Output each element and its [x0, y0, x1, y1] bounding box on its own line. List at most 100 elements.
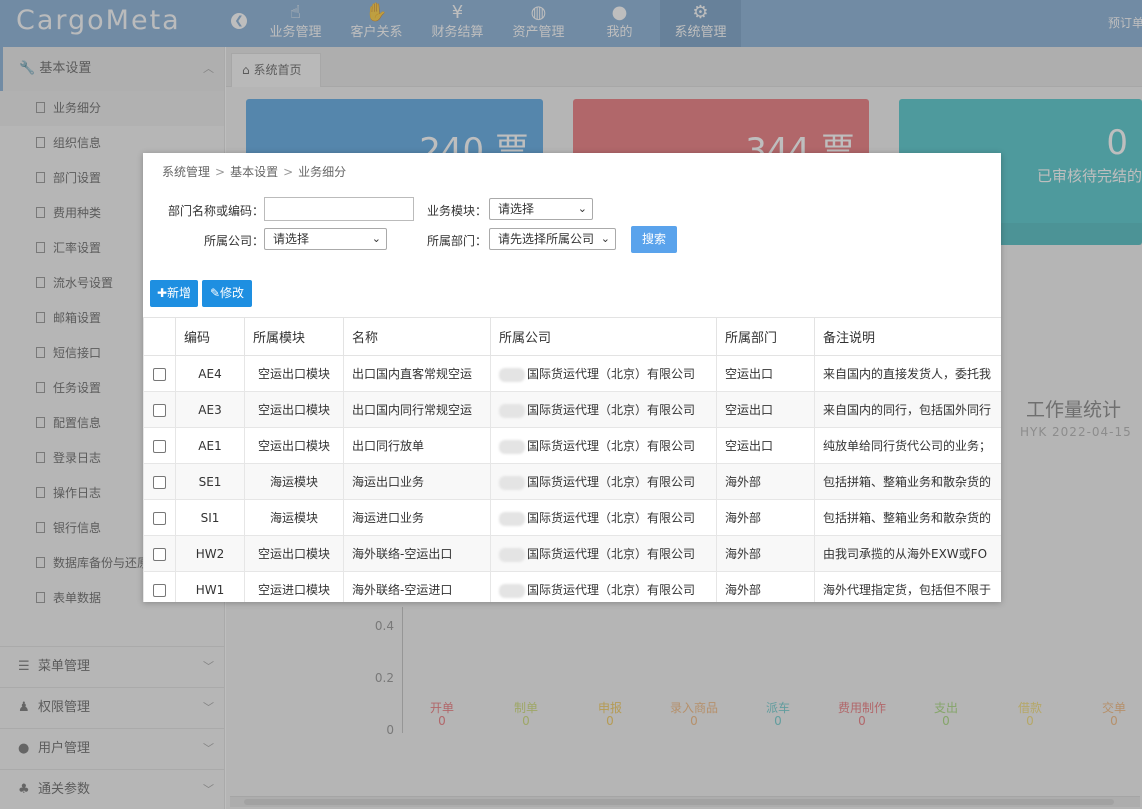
dept-code-label: 部门名称或编码： [167, 204, 264, 218]
table-header-row: 编码 所属模块 名称 所属公司 所属部门 备注说明 [143, 317, 1001, 356]
column-header[interactable]: 所属模块 [244, 317, 344, 356]
cell-department: 海外部 [716, 463, 815, 500]
cell-company-text: 国际货运代理（北京）有限公司 [527, 511, 696, 525]
cell-code: SI1 [175, 499, 245, 536]
column-header[interactable]: 所属部门 [716, 317, 815, 356]
add-button-label: 新增 [167, 286, 192, 300]
row-checkbox[interactable] [153, 367, 166, 381]
cell-note: 纯放单给同行货代公司的业务； [814, 427, 1001, 464]
redacted-mark [499, 439, 525, 454]
cell-name: 出口国内直客常规空运 [343, 355, 491, 392]
department-select[interactable]: 请先选择所属公司 ⌄ [489, 228, 616, 250]
select-all-header [143, 317, 176, 356]
cell-company: 国际货运代理（北京）有限公司 [490, 463, 717, 500]
breadcrumb-item[interactable]: 系统管理 [162, 165, 210, 179]
cell-name: 海外联络-空运进口 [343, 571, 491, 602]
row-checkbox[interactable] [153, 583, 166, 597]
cell-name: 海运出口业务 [343, 463, 491, 500]
company-select-value: 请选择 [273, 232, 310, 246]
cell-note: 包括拼箱、整箱业务和散杂货的 [814, 499, 1001, 536]
cell-name: 海运进口业务 [343, 499, 491, 536]
cell-company-text: 国际货运代理（北京）有限公司 [527, 439, 696, 453]
row-checkbox-cell [143, 499, 176, 536]
cell-company: 国际货运代理（北京）有限公司 [490, 571, 717, 602]
column-header[interactable]: 名称 [343, 317, 491, 356]
cell-company: 国际货运代理（北京）有限公司 [490, 391, 717, 428]
dept-code-input[interactable] [264, 197, 414, 221]
redacted-mark [499, 583, 525, 598]
cell-department: 海外部 [716, 499, 815, 536]
cell-code: SE1 [175, 463, 245, 500]
cell-note: 包括拼箱、整箱业务和散杂货的 [814, 463, 1001, 500]
cell-module: 空运出口模块 [244, 391, 344, 428]
business-subdivision-dialog: 系统管理 > 基本设置 > 业务细分 部门名称或编码： 业务模块： 请选择 ⌄ 所属公司：… [143, 153, 1001, 602]
redacted-mark [499, 475, 525, 490]
breadcrumb: 系统管理 > 基本设置 > 业务细分 [162, 163, 346, 180]
chevron-down-icon: ⌄ [600, 232, 610, 245]
cell-name: 出口国内同行常规空运 [343, 391, 491, 428]
edit-button[interactable]: ✎修改 [202, 280, 252, 307]
cell-module: 空运进口模块 [244, 571, 344, 602]
company-select[interactable]: 请选择 ⌄ [264, 228, 387, 250]
company-label: 所属公司： [203, 234, 264, 248]
breadcrumb-item[interactable]: 基本设置 [230, 165, 278, 179]
breadcrumb-separator-icon: > [283, 165, 294, 179]
cell-note: 来自国内的直接发货人，委托我 [814, 355, 1001, 392]
table-row[interactable]: HW2 空运出口模块 海外联络-空运出口 国际货运代理（北京）有限公司 海外部 由我司承揽… [143, 535, 1001, 572]
column-header[interactable]: 编码 [175, 317, 245, 356]
chevron-down-icon: ⌄ [371, 232, 381, 245]
cell-company-text: 国际货运代理（北京）有限公司 [527, 403, 696, 417]
module-select-value: 请选择 [498, 202, 535, 216]
cell-department: 空运出口 [716, 355, 815, 392]
cell-company-text: 国际货运代理（北京）有限公司 [527, 475, 696, 489]
row-checkbox-cell [143, 571, 176, 602]
department-select-value: 请先选择所属公司 [498, 232, 595, 246]
column-header[interactable]: 备注说明 [814, 317, 1001, 356]
table-row[interactable]: AE1 空运出口模块 出口同行放单 国际货运代理（北京）有限公司 空运出口 纯放单给同行货… [143, 427, 1001, 464]
row-checkbox-cell [143, 355, 176, 392]
redacted-mark [499, 547, 525, 562]
breadcrumb-item: 业务细分 [298, 165, 347, 179]
table-row[interactable]: AE4 空运出口模块 出口国内直客常规空运 国际货运代理（北京）有限公司 空运出口 来自国… [143, 355, 1001, 392]
cell-code: HW2 [175, 535, 245, 572]
breadcrumb-separator-icon: > [215, 165, 226, 179]
cell-note: 海外代理指定货，包括但不限于 [814, 571, 1001, 602]
redacted-mark [499, 511, 525, 526]
row-checkbox[interactable] [153, 439, 166, 453]
table-row[interactable]: SE1 海运模块 海运出口业务 国际货运代理（北京）有限公司 海外部 包括拼箱、整箱业务和… [143, 463, 1001, 500]
cell-module: 空运出口模块 [244, 535, 344, 572]
row-checkbox[interactable] [153, 511, 166, 525]
cell-company: 国际货运代理（北京）有限公司 [490, 535, 717, 572]
cell-module: 空运出口模块 [244, 427, 344, 464]
cell-module: 海运模块 [244, 463, 344, 500]
cell-company-text: 国际货运代理（北京）有限公司 [527, 367, 696, 381]
table-row[interactable]: AE3 空运出口模块 出口国内同行常规空运 国际货运代理（北京）有限公司 空运出口 来自国… [143, 391, 1001, 428]
module-label: 业务模块： [426, 204, 487, 218]
row-checkbox[interactable] [153, 475, 166, 489]
row-checkbox[interactable] [153, 547, 166, 561]
row-checkbox-cell [143, 391, 176, 428]
row-checkbox[interactable] [153, 403, 166, 417]
module-select[interactable]: 请选择 ⌄ [489, 198, 593, 220]
edit-button-label: 修改 [220, 286, 245, 300]
plus-icon: ✚ [156, 286, 168, 300]
cell-name: 海外联络-空运出口 [343, 535, 491, 572]
cell-department: 空运出口 [716, 427, 815, 464]
table-row[interactable]: SI1 海运模块 海运进口业务 国际货运代理（北京）有限公司 海外部 包括拼箱、整箱业务和… [143, 499, 1001, 536]
pencil-icon: ✎ [209, 286, 221, 300]
cell-company: 国际货运代理（北京）有限公司 [490, 427, 717, 464]
row-checkbox-cell [143, 427, 176, 464]
row-checkbox-cell [143, 535, 176, 572]
redacted-mark [499, 367, 525, 382]
data-table: 编码 所属模块 名称 所属公司 所属部门 备注说明 AE4 空运出口模块 出口国内直… [143, 317, 1001, 602]
search-button[interactable]: 搜索 [631, 226, 677, 253]
cell-code: AE4 [175, 355, 245, 392]
table-row[interactable]: HW1 空运进口模块 海外联络-空运进口 国际货运代理（北京）有限公司 海外部 海外代理指… [143, 571, 1001, 602]
cell-company: 国际货运代理（北京）有限公司 [490, 499, 717, 536]
column-header[interactable]: 所属公司 [490, 317, 717, 356]
add-button[interactable]: ✚新增 [150, 280, 198, 307]
row-checkbox-cell [143, 463, 176, 500]
cell-code: HW1 [175, 571, 245, 602]
cell-company-text: 国际货运代理（北京）有限公司 [527, 583, 696, 597]
cell-module: 空运出口模块 [244, 355, 344, 392]
